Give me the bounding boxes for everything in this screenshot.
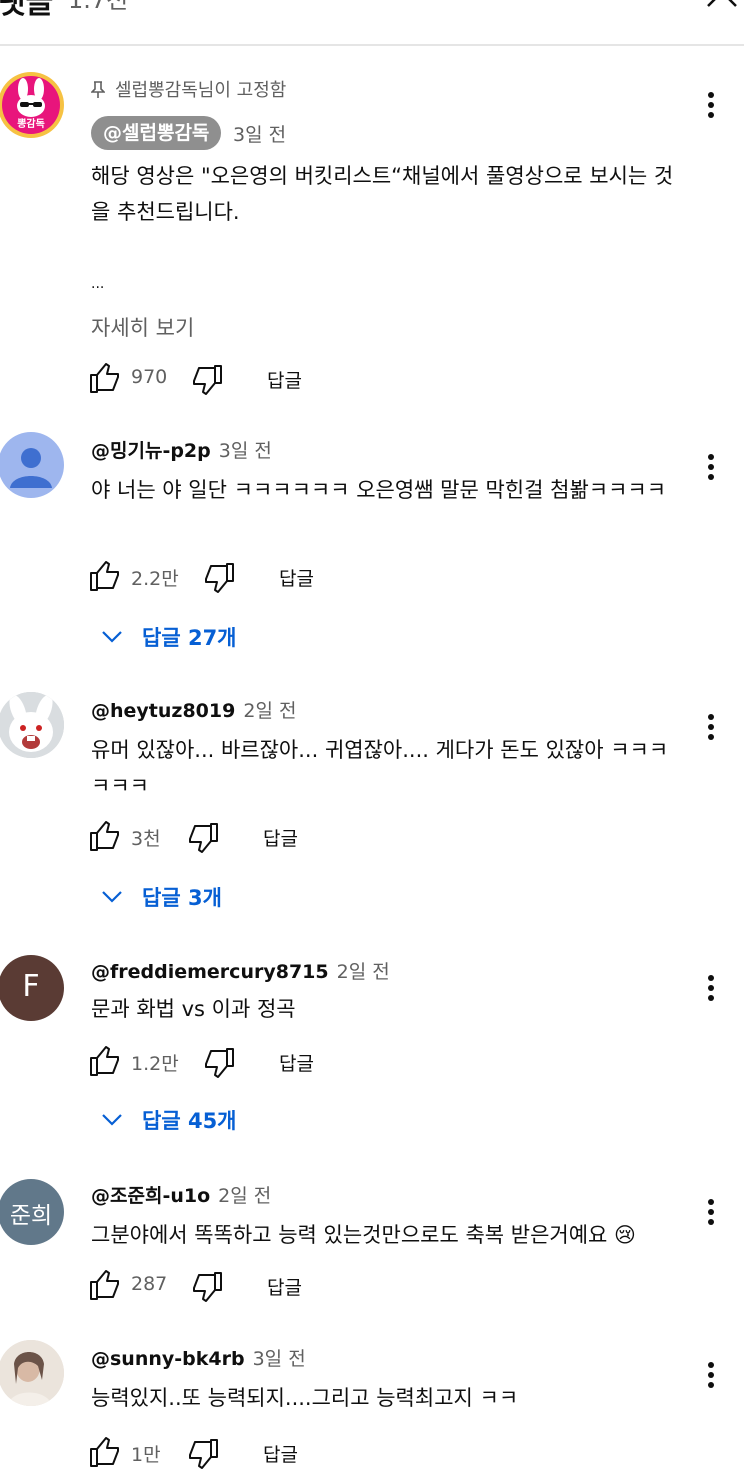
reply-button[interactable]: 답글 <box>263 1440 298 1467</box>
comment-meta: @밍기뉴-p2p 3일 전 <box>91 436 272 463</box>
thumb-up-icon[interactable] <box>89 362 121 394</box>
reply-button[interactable]: 답글 <box>263 824 298 851</box>
avatar[interactable]: 준희 <box>0 1179 64 1245</box>
avatar[interactable]: 뽕감독 <box>0 72 64 138</box>
thumb-down-icon[interactable] <box>203 562 235 594</box>
comment-text: 야 너는 야 일단 ㅋㅋㅋㅋㅋㅋ 오은영쌤 말문 막힌걸 첨봚ㅋㅋㅋㅋ <box>91 478 667 502</box>
comment-text: 해당 영상은 "오은영의 버킷리스트“채널에서 풀영상으로 보시는 것을 추천드… <box>91 164 674 224</box>
like-count: 1만 <box>131 1444 161 1466</box>
comments-title: 댓글 <box>0 0 54 21</box>
comment-meta: @sunny-bk4rb 3일 전 <box>91 1344 306 1371</box>
comment-author[interactable]: @밍기뉴-p2p <box>91 440 211 462</box>
like-count: 1.2만 <box>131 1053 179 1075</box>
comment-author[interactable]: @freddiemercury8715 <box>91 961 329 983</box>
avatar[interactable]: F <box>0 955 64 1021</box>
comment-text: 그분야에서 똑똑하고 능력 있는것만으로도 축복 받은거예요 😢 <box>91 1223 636 1247</box>
comment-ellipsis: ... <box>91 276 105 292</box>
comment-meta: @freddiemercury8715 2일 전 <box>91 957 390 984</box>
comment-time: 2일 전 <box>218 1185 272 1207</box>
like-count: 287 <box>131 1273 168 1295</box>
comment-time: 2일 전 <box>243 700 297 722</box>
comment-text: 능력있지..또 능력되지....그리고 능력최고지 ㅋㅋ <box>91 1386 519 1410</box>
reply-button[interactable]: 답글 <box>279 1049 314 1076</box>
thumb-down-icon[interactable] <box>191 1271 223 1303</box>
chevron-down-icon <box>102 891 122 903</box>
thumb-up-icon[interactable] <box>89 1045 121 1077</box>
reply-button[interactable]: 답글 <box>267 366 302 393</box>
like-count: 3천 <box>131 828 161 850</box>
comment-meta: @heytuz8019 2일 전 <box>91 696 296 723</box>
comment-text: 유머 있잖아... 바르잖아... 귀엽잖아.... 게다가 돈도 있잖아 ㅋㅋ… <box>91 738 669 798</box>
sort-icon[interactable] <box>622 0 640 4</box>
photo-avatar-icon <box>0 1340 64 1406</box>
comment-time: 2일 전 <box>336 961 390 983</box>
thumb-up-icon[interactable] <box>89 1269 121 1301</box>
svg-text:뽕감독: 뽕감독 <box>17 118 45 130</box>
thumb-down-icon[interactable] <box>203 1047 235 1079</box>
comment-time: 3일 전 <box>233 124 287 146</box>
reply-button[interactable]: 답글 <box>267 1273 302 1300</box>
view-replies-label: 답글 3개 <box>142 886 222 910</box>
pin-icon <box>90 81 106 98</box>
avatar[interactable] <box>0 432 64 498</box>
avatar-letter: F <box>22 969 40 1004</box>
bunny-logo-icon: 뽕감독 <box>2 76 60 134</box>
comments-count: 1.7천 <box>68 0 129 14</box>
comment-author-chip[interactable]: @셀럽뽕감독 <box>91 116 222 150</box>
comment-author[interactable]: @조준희-u1o <box>91 1185 210 1207</box>
thumb-down-icon[interactable] <box>187 1438 219 1470</box>
more-vert-icon[interactable] <box>702 1362 720 1396</box>
more-vert-icon[interactable] <box>702 714 720 748</box>
comment-author[interactable]: @sunny-bk4rb <box>91 1348 245 1370</box>
avatar[interactable] <box>0 692 64 758</box>
comment-text: 문과 화법 vs 이과 정곡 <box>91 997 296 1021</box>
chevron-down-icon <box>102 1114 122 1126</box>
comment-time: 3일 전 <box>252 1348 306 1370</box>
comment-time: 3일 전 <box>218 440 272 462</box>
more-vert-icon[interactable] <box>702 92 720 126</box>
pinned-label: 셀럽뽕감독님이 고정함 <box>90 76 287 102</box>
thumb-down-icon[interactable] <box>187 822 219 854</box>
reply-button[interactable]: 답글 <box>279 564 314 591</box>
comments-header: 댓글 1.7천 <box>0 0 744 46</box>
pinned-label-text: 셀럽뽕감독님이 고정함 <box>115 80 287 101</box>
thumb-up-icon[interactable] <box>89 820 121 852</box>
thumb-down-icon[interactable] <box>191 364 223 396</box>
avatar[interactable] <box>0 1340 64 1406</box>
more-vert-icon[interactable] <box>702 975 720 1009</box>
more-vert-icon[interactable] <box>702 1199 720 1233</box>
avatar-text: 준희 <box>9 1203 53 1229</box>
view-replies-label: 답글 27개 <box>142 626 237 650</box>
close-icon[interactable] <box>704 0 740 8</box>
like-count: 2.2만 <box>131 568 179 590</box>
chevron-down-icon <box>102 631 122 643</box>
thumb-up-icon[interactable] <box>89 1436 121 1468</box>
default-user-icon <box>10 448 52 488</box>
read-more-link[interactable]: 자세히 보기 <box>91 312 194 342</box>
comment-meta: @조준희-u1o 2일 전 <box>91 1181 271 1208</box>
thumb-up-icon[interactable] <box>89 560 121 592</box>
rabbit-avatar-icon <box>0 692 64 758</box>
like-count: 970 <box>131 366 168 388</box>
comment-author[interactable]: @heytuz8019 <box>91 700 235 722</box>
view-replies-label: 답글 45개 <box>142 1109 237 1133</box>
more-vert-icon[interactable] <box>702 454 720 488</box>
